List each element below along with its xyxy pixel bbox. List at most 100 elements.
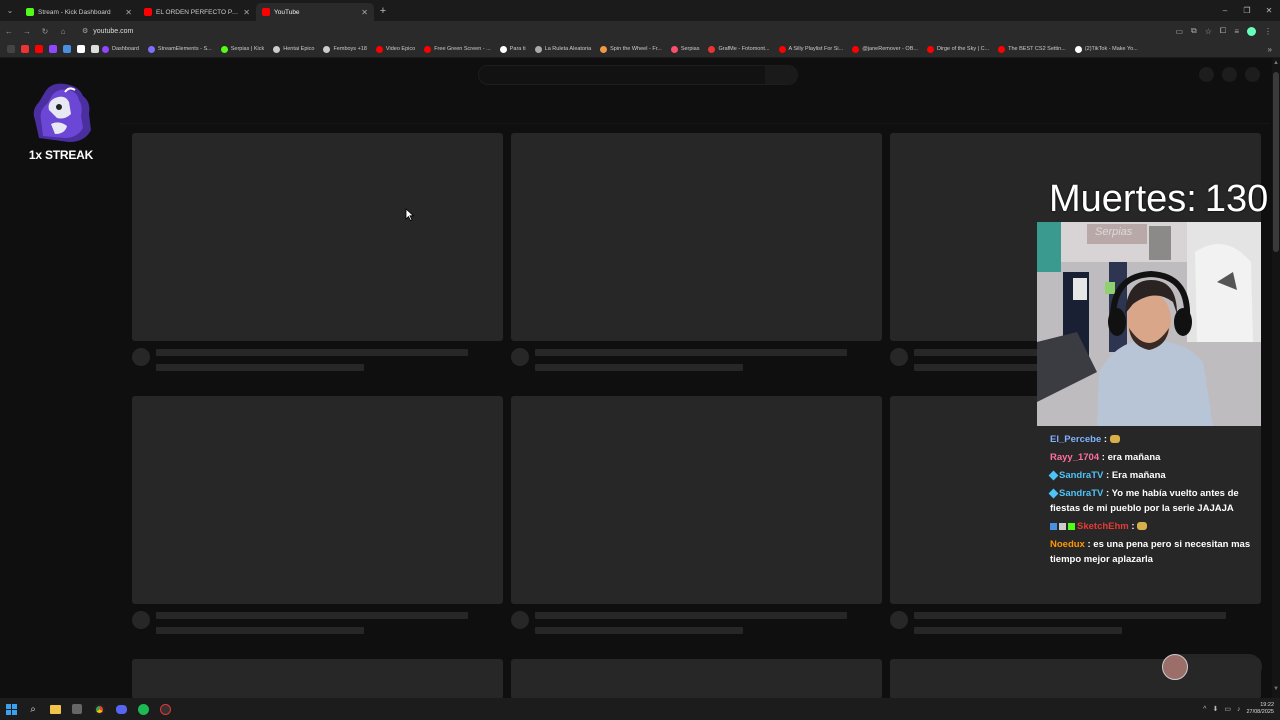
bookmark-item[interactable]: Serpias | Kick <box>220 45 264 53</box>
bookmark-item[interactable]: Dashboard <box>102 45 139 53</box>
close-window-icon[interactable]: ✕ <box>1258 0 1280 21</box>
bookmark-star-icon[interactable]: ☆ <box>1205 27 1212 36</box>
reload-icon[interactable]: ↻ <box>36 27 54 36</box>
video-card-placeholder[interactable] <box>132 396 503 634</box>
windows-taskbar: ⌕ ^ ⬇ ▭ ♪ 19:22 27/08/2025 <box>0 698 1280 720</box>
tab-close-icon[interactable]: ✕ <box>125 8 132 17</box>
spotify-icon[interactable] <box>132 698 154 720</box>
extensions-icon[interactable]: ⧠ <box>1220 26 1226 36</box>
meta-placeholder <box>156 364 364 371</box>
file-explorer-icon[interactable] <box>44 698 66 720</box>
bookmark-item[interactable]: (2)TikTok - Make Yo... <box>1074 45 1138 53</box>
translate-icon[interactable]: ⧉ <box>1191 26 1197 36</box>
tray-overflow-icon[interactable]: ^ <box>1203 706 1206 713</box>
browser-tab[interactable]: EL ORDEN PERFECTO PARA JU ✕ <box>138 3 256 21</box>
tray-app-icon[interactable]: ⬇ <box>1212 705 1218 713</box>
back-icon[interactable]: ← <box>0 27 18 36</box>
bookmark-item[interactable]: GrafMe - Fotomont... <box>708 45 770 53</box>
bookmark-icon[interactable] <box>21 45 29 53</box>
chat-text: era mañana <box>1107 452 1161 463</box>
bookmark-item[interactable]: A Silly Playlist For Si... <box>778 45 843 53</box>
taskbar-clock[interactable]: 19:22 27/08/2025 <box>1246 702 1274 716</box>
title-placeholder <box>914 612 1226 619</box>
bookmark-item[interactable]: Spin the Wheel - Fr... <box>600 45 662 53</box>
tab-title: Stream - Kick Dashboard <box>38 8 111 16</box>
bookmark-item[interactable]: La Ruleta Aleatoria <box>534 45 591 53</box>
bookmark-item[interactable]: Video Epico <box>375 45 415 53</box>
emote-icon <box>1109 435 1120 444</box>
bookmark-favicon-icon <box>499 45 507 53</box>
menu-kebab-icon[interactable]: ⋮ <box>1264 27 1272 36</box>
youtube-search-box[interactable] <box>478 65 798 85</box>
bookmark-item[interactable]: Free Green Screen - ... <box>424 45 491 53</box>
chat-username: SketchEhm <box>1077 521 1129 532</box>
bookmark-item[interactable]: StreamElements - S... <box>147 45 212 53</box>
video-card-placeholder[interactable] <box>511 396 882 634</box>
tab-search-icon[interactable]: ⌄ <box>0 0 20 21</box>
site-info-icon[interactable]: ⚙ <box>82 27 88 35</box>
bookmark-item[interactable]: Dirge of the Sky | C... <box>926 45 990 53</box>
bookmark-icon[interactable] <box>63 45 71 53</box>
streak-label: 1x STREAK <box>28 148 94 162</box>
home-icon[interactable]: ⌂ <box>54 27 72 36</box>
video-card-placeholder[interactable] <box>132 133 503 371</box>
channel-avatar-placeholder <box>132 611 150 629</box>
bookmark-item[interactable]: @janeRemover - OB... <box>852 45 918 53</box>
notifications-icon[interactable] <box>1222 67 1237 82</box>
new-tab-button[interactable]: + <box>374 0 392 21</box>
media-app-icon[interactable] <box>66 698 88 720</box>
subscriber-badge-icon <box>1048 488 1059 499</box>
tab-close-icon[interactable]: ✕ <box>361 8 368 17</box>
bookmark-item[interactable]: Serpias <box>670 45 699 53</box>
thumbnail-placeholder <box>511 396 882 604</box>
video-card-placeholder[interactable] <box>511 133 882 371</box>
x-bookmark-icon[interactable] <box>77 45 85 53</box>
scroll-down-icon[interactable]: ▼ <box>1273 686 1279 692</box>
tiktok-bookmark-icon[interactable] <box>91 45 99 53</box>
browser-tab[interactable]: Stream - Kick Dashboard ✕ <box>20 3 138 21</box>
bookmark-item[interactable]: Para ti <box>499 45 526 53</box>
video-card-placeholder[interactable] <box>132 659 503 699</box>
bookmark-label: Dirge of the Sky | C... <box>936 46 990 52</box>
taskbar-search-icon[interactable]: ⌕ <box>22 698 44 720</box>
browser-tab[interactable]: YouTube ✕ <box>256 3 374 21</box>
restore-icon[interactable]: ❐ <box>1236 0 1258 21</box>
meta-placeholder <box>914 627 1122 634</box>
search-button[interactable] <box>765 66 797 84</box>
cast-icon[interactable]: ▭ <box>1175 27 1183 36</box>
bookmark-favicon-icon <box>998 45 1006 53</box>
bookmark-favicon-icon <box>424 45 432 53</box>
bookmark-label: Dashboard <box>112 46 139 52</box>
apps-grid-icon[interactable] <box>7 45 15 53</box>
bookmark-label: StreamElements - S... <box>157 46 212 52</box>
scrollbar-thumb[interactable] <box>1273 72 1279 252</box>
tab-close-icon[interactable]: ✕ <box>243 8 250 17</box>
obs-icon[interactable] <box>154 698 176 720</box>
volume-icon[interactable]: ♪ <box>1237 706 1241 713</box>
video-card-placeholder[interactable] <box>511 659 882 699</box>
forward-icon[interactable]: → <box>18 27 36 36</box>
bookmarks-overflow-icon[interactable]: » <box>1268 45 1280 54</box>
bookmark-favicon-icon <box>778 45 786 53</box>
deaths-label: Muertes: <box>1049 178 1197 220</box>
youtube-bookmark-icon[interactable] <box>35 45 43 53</box>
address-bar[interactable]: ⚙ youtube.com <box>78 23 1128 39</box>
scroll-up-icon[interactable]: ▲ <box>1273 60 1279 66</box>
twitch-bookmark-icon[interactable] <box>49 45 57 53</box>
title-placeholder <box>535 349 847 356</box>
account-avatar[interactable] <box>1245 67 1260 82</box>
windows-start-icon[interactable] <box>0 698 22 720</box>
create-icon[interactable] <box>1199 67 1214 82</box>
deaths-counter: Muertes: 130 <box>1049 178 1268 221</box>
chrome-icon[interactable] <box>88 698 110 720</box>
profile-avatar[interactable] <box>1247 26 1256 36</box>
bookmark-item[interactable]: Hentai Epico <box>273 45 314 53</box>
network-icon[interactable]: ▭ <box>1224 705 1231 713</box>
bookmark-item[interactable]: Femboys +18 <box>323 45 367 53</box>
minimize-icon[interactable]: – <box>1214 0 1236 21</box>
bookmark-favicon-icon <box>147 45 155 53</box>
tab-favicon-icon <box>26 8 34 16</box>
sidebar-icon[interactable]: ≡ <box>1234 27 1239 36</box>
bookmark-item[interactable]: The BEST CS2 Settin... <box>998 45 1066 53</box>
discord-icon[interactable] <box>110 698 132 720</box>
